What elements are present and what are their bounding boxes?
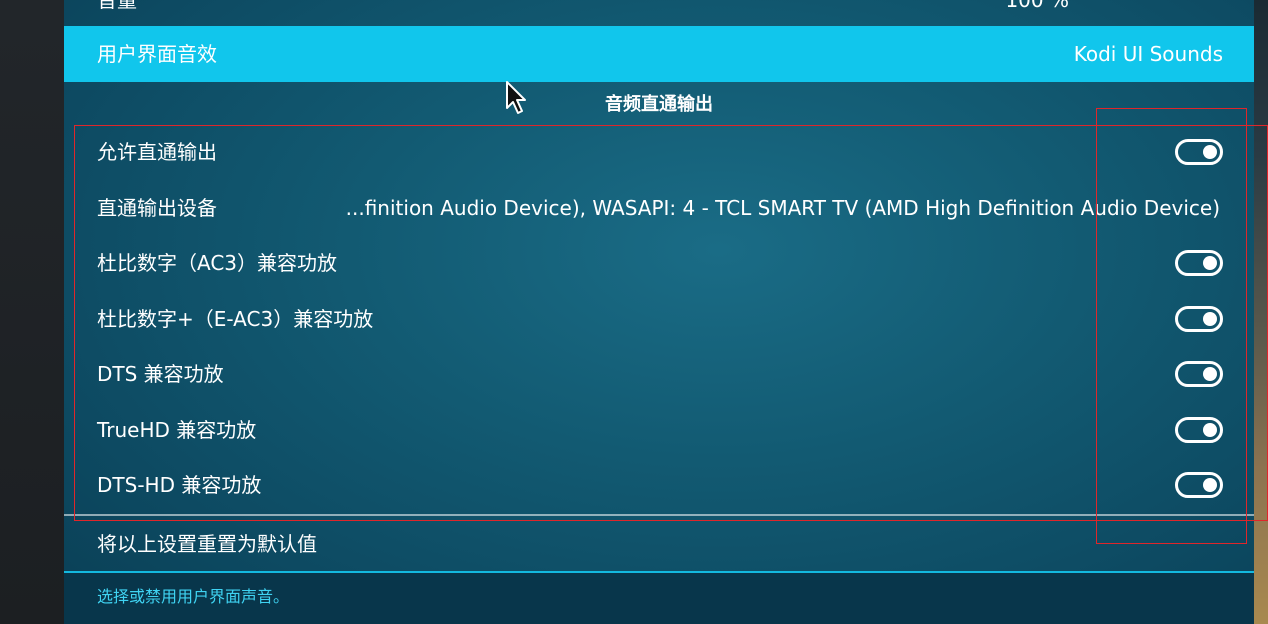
dtshd-row[interactable]: DTS-HD 兼容功放 (64, 457, 1254, 513)
truehd-row[interactable]: TrueHD 兼容功放 (64, 402, 1254, 458)
help-footer: 选择或禁用用户界面声音。 (64, 571, 1254, 624)
setting-label: DTS-HD 兼容功放 (97, 473, 262, 497)
reset-defaults-row[interactable]: 将以上设置重置为默认值 (64, 516, 1254, 572)
ac3-row[interactable]: 杜比数字（AC3）兼容功放 (64, 235, 1254, 291)
passthrough-device-row[interactable]: 直通输出设备 ...finition Audio Device), WASAPI… (64, 180, 1254, 236)
toggle-knob (1203, 145, 1217, 159)
setting-label: TrueHD 兼容功放 (97, 418, 257, 442)
background-image-edge (1254, 0, 1268, 624)
toggle-knob (1203, 367, 1217, 381)
gui-sounds-row[interactable]: 用户界面音效 Kodi UI Sounds (64, 26, 1254, 82)
gui-sounds-value: Kodi UI Sounds (1073, 42, 1223, 66)
reset-label: 将以上设置重置为默认值 (97, 532, 317, 556)
help-text: 选择或禁用用户界面声音。 (97, 587, 290, 606)
volume-label: 音量 (97, 0, 137, 12)
volume-row[interactable]: 音量 100 % (64, 0, 1254, 22)
eac3-row[interactable]: 杜比数字+（E-AC3）兼容功放 (64, 291, 1254, 347)
dtshd-toggle[interactable] (1175, 472, 1223, 498)
allow-passthrough-row[interactable]: 允许直通输出 (64, 124, 1254, 180)
toggle-knob (1203, 312, 1217, 326)
dts-row[interactable]: DTS 兼容功放 (64, 346, 1254, 402)
setting-label: 允许直通输出 (97, 140, 217, 164)
volume-value: 100 % (1005, 0, 1069, 12)
toggle-knob (1203, 423, 1217, 437)
settings-panel: 音量 100 % 用户界面音效 Kodi UI Sounds 音频直通输出 允许… (64, 0, 1254, 624)
passthrough-device-value: ...finition Audio Device), WASAPI: 4 - T… (345, 196, 1220, 220)
dts-toggle[interactable] (1175, 361, 1223, 387)
setting-label: 杜比数字+（E-AC3）兼容功放 (97, 307, 374, 331)
toggle-knob (1203, 256, 1217, 270)
left-sidebar-strip (0, 0, 64, 624)
toggle-knob (1203, 478, 1217, 492)
allow-passthrough-toggle[interactable] (1175, 139, 1223, 165)
mouse-cursor-icon (506, 81, 526, 114)
setting-label: DTS 兼容功放 (97, 362, 224, 386)
gui-sounds-label: 用户界面音效 (97, 42, 217, 66)
setting-label: 杜比数字（AC3）兼容功放 (97, 251, 338, 275)
eac3-toggle[interactable] (1175, 306, 1223, 332)
truehd-toggle[interactable] (1175, 417, 1223, 443)
section-title: 音频直通输出 (605, 94, 713, 115)
ac3-toggle[interactable] (1175, 250, 1223, 276)
setting-label: 直通输出设备 (97, 196, 217, 220)
